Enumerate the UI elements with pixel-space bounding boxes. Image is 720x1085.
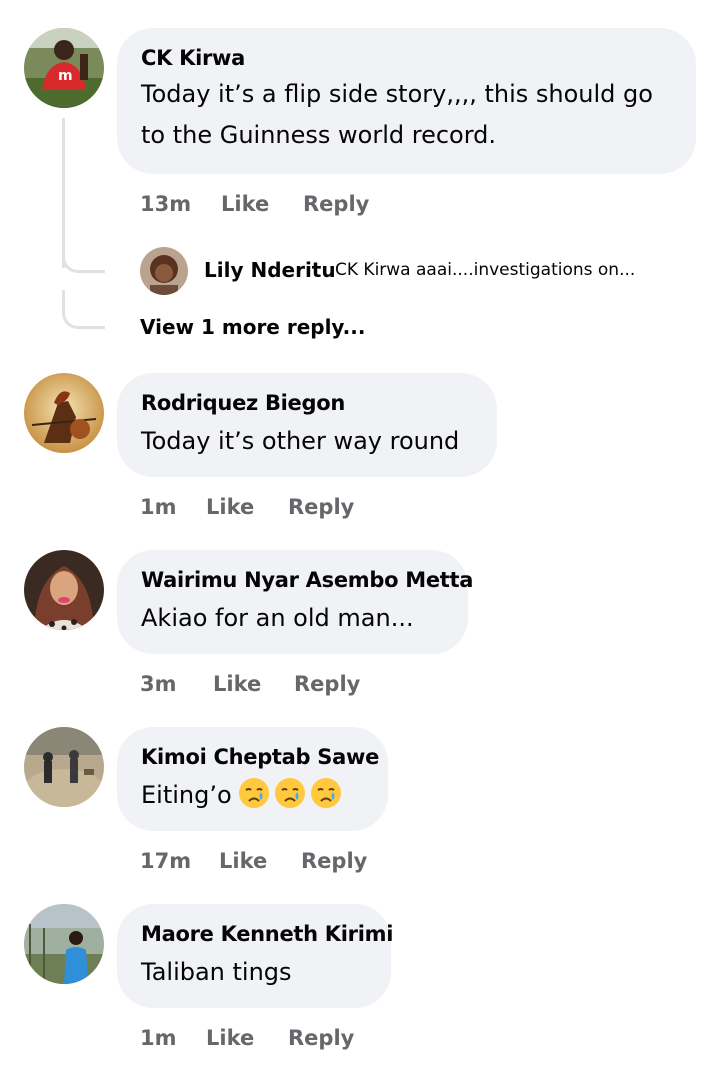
like-button[interactable]: Like <box>206 495 288 519</box>
comment-actions: 13m Like Reply <box>140 192 369 216</box>
thread-branch-reply <box>62 240 105 273</box>
avatar[interactable] <box>140 247 188 295</box>
comment-text: Taliban tings <box>141 958 292 986</box>
comment-bubble[interactable]: Wairimu Nyar Asembo Metta Akiao for an o… <box>117 550 473 654</box>
comment-text: Today it’s other way round <box>141 427 460 455</box>
crying-face-emoji <box>238 778 269 808</box>
comment-text: Eiting’o <box>141 781 232 809</box>
comment-text: Today it’s a flip side story,,,, this sh… <box>141 80 653 108</box>
avatar[interactable] <box>24 727 104 807</box>
timestamp: 17m <box>140 849 192 873</box>
like-button[interactable]: Like <box>213 672 294 696</box>
like-button[interactable]: Like <box>206 1026 288 1050</box>
reply-button[interactable]: Reply <box>294 672 360 696</box>
reply-button[interactable]: Reply <box>303 192 369 216</box>
commenter-name[interactable]: Wairimu Nyar Asembo Metta <box>141 566 473 594</box>
like-button[interactable]: Like <box>219 849 301 873</box>
timestamp: 3m <box>140 672 177 696</box>
comment-actions: 3m Like Reply <box>140 672 360 696</box>
commenter-name[interactable]: Maore Kenneth Kirimi <box>141 920 393 948</box>
like-button[interactable]: Like <box>221 192 303 216</box>
avatar[interactable]: m <box>24 28 104 108</box>
thread-branch-more <box>62 290 105 329</box>
reply-button[interactable]: Reply <box>288 495 354 519</box>
comment-bubble[interactable]: Kimoi Cheptab Sawe Eiting’o <box>117 727 388 831</box>
avatar[interactable] <box>24 550 104 630</box>
comment-actions: 1m Like Reply <box>140 1026 354 1050</box>
comment-actions: 1m Like Reply <box>140 495 354 519</box>
avatar[interactable] <box>24 373 104 453</box>
svg-text:m: m <box>58 68 73 84</box>
reply-author-name[interactable]: Lily Nderitu <box>204 258 336 282</box>
crying-face-emoji <box>310 778 341 808</box>
comment-bubble[interactable]: CK Kirwa Today it’s a flip side story,,,… <box>117 28 696 174</box>
crying-face-emoji <box>274 778 305 808</box>
comment-bubble[interactable]: Maore Kenneth Kirimi Taliban tings <box>117 904 393 1008</box>
emoji-group <box>238 777 342 809</box>
view-more-replies-link[interactable]: View 1 more reply... <box>140 315 365 339</box>
timestamp: 1m <box>140 1026 177 1050</box>
commenter-name[interactable]: CK Kirwa <box>141 44 672 72</box>
commenter-name[interactable]: Rodriquez Biegon <box>141 389 473 417</box>
reply-snippet: CK Kirwa aaai....investigations on... <box>335 260 636 280</box>
comment-actions: 17m Like Reply <box>140 849 367 873</box>
reply-preview[interactable]: Lily Nderitu CK Kirwa aaai....investigat… <box>140 247 710 295</box>
comment-text: to the Guinness world record. <box>141 121 497 149</box>
timestamp: 1m <box>140 495 177 519</box>
comment-bubble[interactable]: Rodriquez Biegon Today it’s other way ro… <box>117 373 497 477</box>
commenter-name[interactable]: Kimoi Cheptab Sawe <box>141 743 379 771</box>
timestamp: 13m <box>140 192 192 216</box>
reply-button[interactable]: Reply <box>288 1026 354 1050</box>
avatar[interactable] <box>24 904 104 984</box>
comment-text: Akiao for an old man... <box>141 604 414 632</box>
reply-button[interactable]: Reply <box>301 849 367 873</box>
